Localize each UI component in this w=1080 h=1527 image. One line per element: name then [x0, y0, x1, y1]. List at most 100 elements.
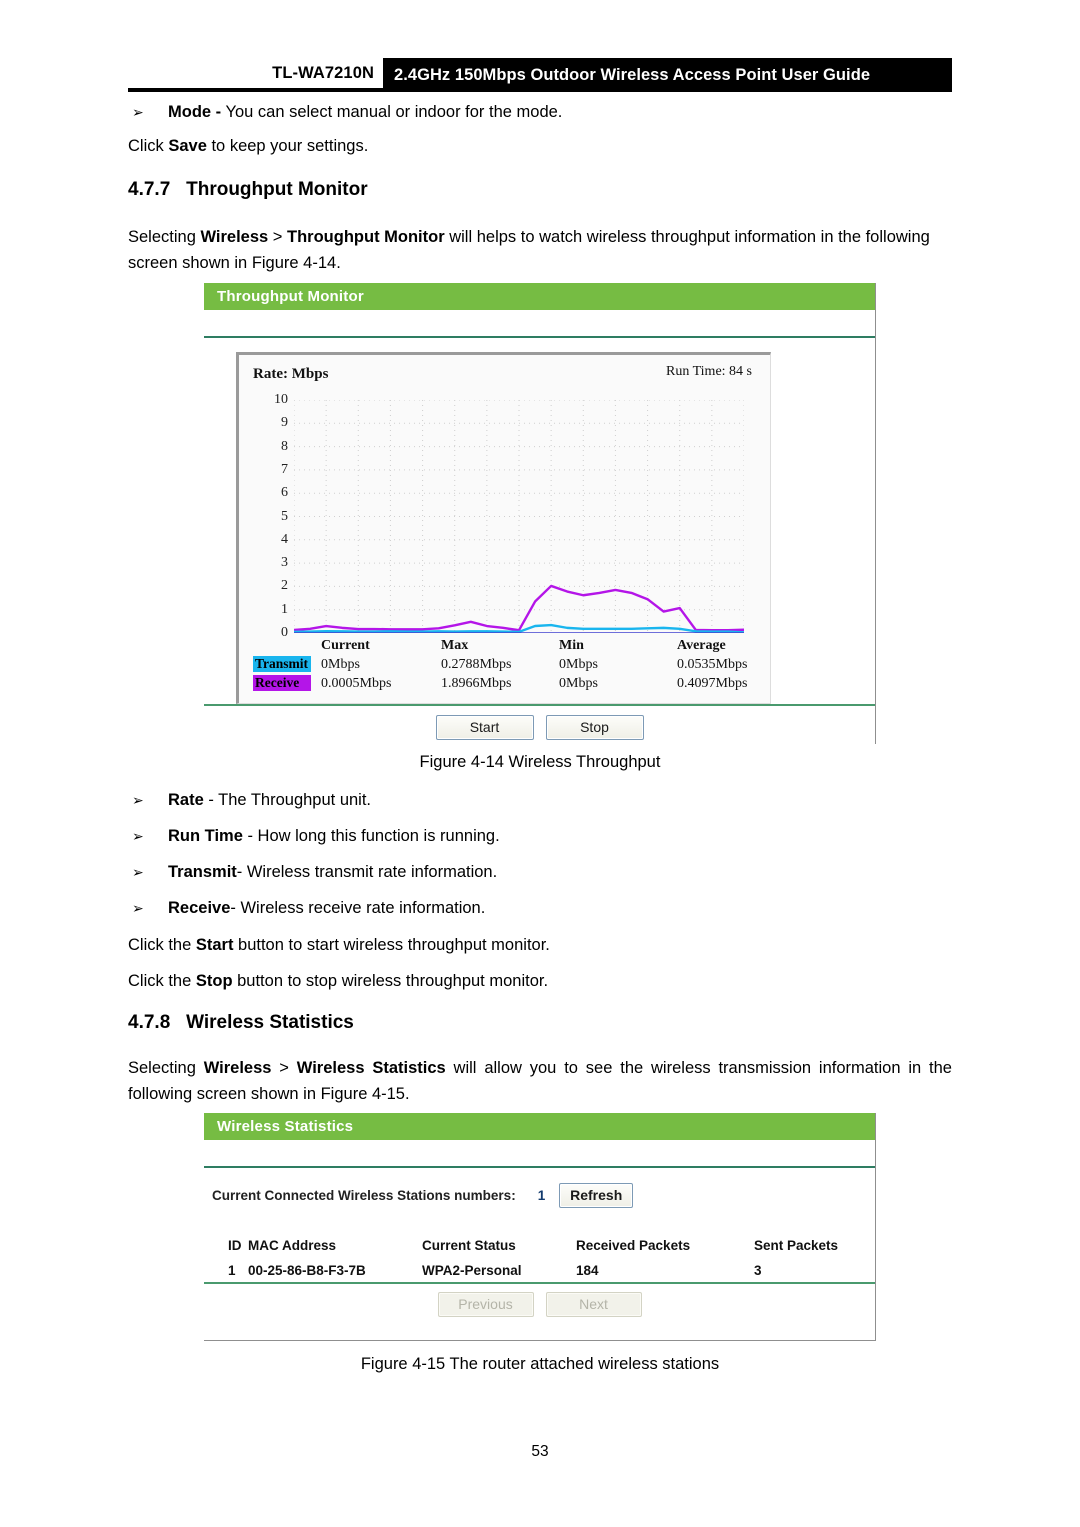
wstats-cell-received: 184	[576, 1263, 599, 1278]
bullet-arrow-icon: ➢	[132, 792, 144, 808]
bullet-arrow-icon: ➢	[132, 864, 144, 880]
stop-button-note: Click the Stop button to stop wireless t…	[128, 968, 952, 994]
paragraph-4-7-7: Selecting Wireless > Throughput Monitor …	[128, 224, 952, 276]
para-478-pre: Selecting	[128, 1059, 204, 1077]
chart-stats-th-min: Min	[559, 638, 584, 653]
bullet-transmit-text: Transmit- Wireless transmit rate informa…	[168, 860, 952, 884]
bullet-receive-term: Receive	[168, 899, 231, 917]
wstats-table-body: 1 00-25-86-B8-F3-7B WPA2-Personal 184 3	[204, 1257, 875, 1282]
throughput-chart: Rate: Mbps Run Time: 84 s 10 9 8 7 6 5 4 3 2 1 0 C…	[236, 352, 771, 704]
chart-stats-transmit-max: 0.2788Mbps	[441, 656, 512, 672]
para-478-wireless: Wireless	[203, 1059, 272, 1077]
bullet-run-time: ➢ Run Time - How long this function is r…	[128, 824, 952, 848]
chart-series-receive	[292, 584, 746, 632]
throughput-panel-subbar	[204, 310, 875, 338]
chart-stats-row: Receive 0.0005Mbps 1.8966Mbps 0Mbps 0.4097Mb…	[253, 674, 758, 693]
chart-stats-header-row: Current Max Min Average	[253, 638, 758, 655]
wstats-count-label: Current Connected Wireless Stations numb…	[212, 1188, 516, 1203]
wstats-th-sent: Sent Packets	[754, 1238, 839, 1253]
save-instruction-pre: Click	[128, 137, 169, 155]
chart-stats-receive-min: 0Mbps	[559, 675, 598, 691]
heading-4-7-7-number: 4.7.7	[128, 179, 171, 200]
bullet-arrow-icon: ➢	[132, 900, 144, 916]
chart-y-tick: 7	[281, 461, 288, 477]
chart-y-tick: 10	[274, 392, 288, 407]
table-row: 1 00-25-86-B8-F3-7B WPA2-Personal 184 3	[204, 1257, 875, 1282]
stop-button[interactable]: Stop	[545, 714, 644, 740]
wstats-cell-id: 1	[228, 1263, 236, 1278]
wstats-cell-mac: 00-25-86-B8-F3-7B	[248, 1263, 366, 1278]
throughput-panel-body: Rate: Mbps Run Time: 84 s 10 9 8 7 6 5 4 3 2 1 0 C…	[204, 352, 875, 704]
figure-caption-4-15: Figure 4-15 The router attached wireless…	[360, 1355, 720, 1373]
bullet-arrow-icon: ➢	[132, 104, 144, 120]
chart-y-tick: 8	[281, 438, 288, 454]
chart-stats-receive-average: 0.4097Mbps	[677, 675, 748, 691]
wstats-panel-footer: Previous Next	[204, 1282, 875, 1324]
para-477-sep: >	[268, 228, 288, 246]
bullet-transmit-desc: - Wireless transmit rate information.	[236, 863, 498, 881]
chart-y-tick: 6	[281, 485, 288, 501]
stop-note-pre: Click the	[128, 972, 196, 990]
chart-y-tick: 5	[281, 508, 288, 524]
para-477-throughput-monitor: Throughput Monitor	[287, 228, 445, 246]
wstats-th-status: Current Status	[422, 1238, 516, 1253]
chart-stats-transmit-min: 0Mbps	[559, 656, 598, 672]
bullet-run-time-desc: - How long this function is running.	[242, 827, 500, 845]
bullet-rate: ➢ Rate - The Throughput unit.	[128, 788, 952, 812]
figure-caption-4-14: Figure 4-14 Wireless Throughput	[419, 753, 661, 771]
wireless-statistics-panel: Wireless Statistics Current Connected Wi…	[204, 1113, 876, 1341]
previous-button[interactable]: Previous	[437, 1291, 534, 1317]
chart-stats-transmit-average: 0.0535Mbps	[677, 656, 748, 672]
header-document-title: 2.4GHz 150Mbps Outdoor Wireless Access P…	[383, 58, 952, 92]
refresh-button[interactable]: Refresh	[559, 1183, 634, 1208]
heading-4-7-7-title: Throughput Monitor	[186, 179, 368, 200]
bullet-arrow-icon: ➢	[132, 828, 144, 844]
para-478-sep: >	[271, 1059, 297, 1077]
heading-4-7-8: 4.7.8 Wireless Statistics	[128, 1012, 952, 1034]
bullet-receive: ➢ Receive- Wireless receive rate informa…	[128, 896, 952, 920]
bullet-rate-desc: - The Throughput unit.	[203, 791, 372, 809]
wstats-cell-sent: 3	[754, 1263, 762, 1278]
stop-note-term: Stop	[195, 972, 233, 990]
heading-4-7-8-number: 4.7.8	[128, 1012, 171, 1033]
wstats-th-id: ID	[228, 1238, 242, 1253]
throughput-panel-footer: Start Stop	[204, 704, 875, 748]
start-note-post: button to start wireless throughput moni…	[233, 936, 550, 954]
save-instruction: Click Save to keep your settings.	[128, 133, 952, 159]
start-note-pre: Click the	[128, 936, 196, 954]
bullet-transmit-term: Transmit	[168, 863, 237, 881]
save-instruction-post: to keep your settings.	[206, 137, 369, 155]
chart-stats-body: Transmit 0Mbps 0.2788Mbps 0Mbps 0.0535Mbps Re…	[253, 655, 758, 693]
bullet-transmit: ➢ Transmit- Wireless transmit rate infor…	[128, 860, 952, 884]
stop-note-post: button to stop wireless throughput monit…	[232, 972, 549, 990]
wstats-header-row: ID MAC Address Current Status Received P…	[204, 1234, 875, 1257]
para-477-pre: Selecting	[128, 228, 201, 246]
chart-stats-row: Transmit 0Mbps 0.2788Mbps 0Mbps 0.0535Mbps	[253, 655, 758, 674]
chart-stats-th-blank	[253, 638, 321, 655]
bullet-run-time-term: Run Time	[168, 827, 243, 845]
start-button[interactable]: Start	[435, 714, 534, 740]
wstats-count-value: 1	[537, 1188, 546, 1203]
bullet-receive-desc: - Wireless receive rate information.	[230, 899, 486, 917]
chart-y-tick: 9	[281, 415, 288, 431]
wstats-th-mac: MAC Address	[248, 1238, 337, 1253]
legend-chip-transmit: Transmit	[253, 656, 311, 672]
header-model-name: TL-WA7210N	[128, 58, 383, 92]
bullet-rate-text: Rate - The Throughput unit.	[168, 788, 952, 812]
chart-y-tick: 2	[281, 578, 288, 594]
throughput-monitor-panel: Throughput Monitor Rate: Mbps Run Time: …	[204, 283, 876, 748]
chart-stats-table: Current Max Min Average Transmit 0Mbps 0.2…	[253, 638, 758, 693]
chart-stats-th-max: Max	[441, 638, 469, 653]
next-button[interactable]: Next	[545, 1291, 642, 1317]
paragraph-4-7-8: Selecting Wireless > Wireless Statistics…	[128, 1055, 952, 1107]
bullet-receive-text: Receive- Wireless receive rate informati…	[168, 896, 952, 920]
legend-chip-receive: Receive	[253, 675, 311, 691]
chart-svg	[292, 399, 746, 634]
chart-gridlines	[292, 399, 746, 634]
bullet-mode-term: Mode -	[168, 103, 222, 121]
wstats-panel-subbar	[204, 1140, 875, 1168]
throughput-panel-title: Throughput Monitor	[204, 283, 875, 310]
chart-y-tick: 4	[281, 531, 288, 547]
bullet-mode-text: Mode - You can select manual or indoor f…	[168, 100, 952, 124]
running-header: TL-WA7210N 2.4GHz 150Mbps Outdoor Wirele…	[128, 58, 952, 92]
